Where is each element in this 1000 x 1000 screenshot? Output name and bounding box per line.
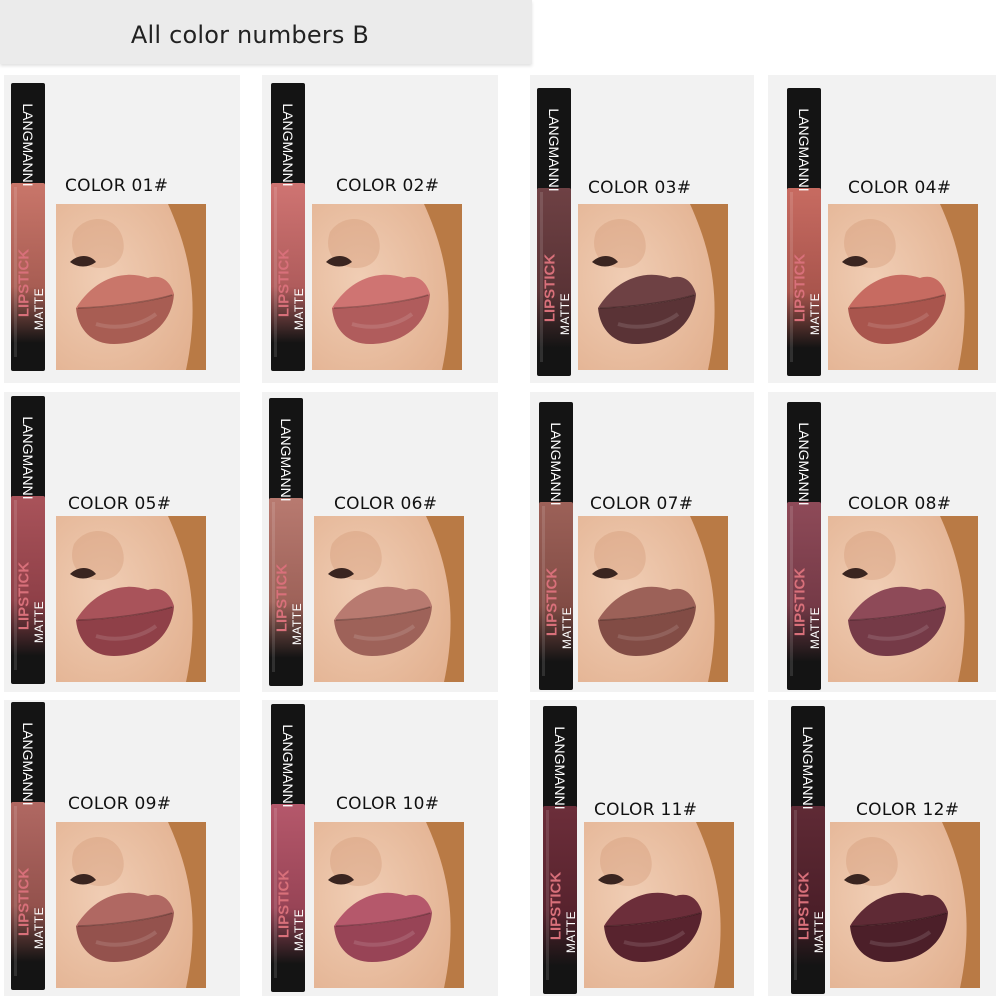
lip-swatch-photo-02 [312,204,462,370]
lipstick-tube-10: LANGMANNI LIPSTICK MATTE [270,704,306,992]
title-bar: All color numbers B [0,0,532,64]
brand-label: LANGMANNI [20,722,36,806]
lip-illustration [314,822,464,988]
product-finish-label: MATTE [558,292,572,336]
lip-swatch-photo-04 [828,204,978,370]
color-label-01: COLOR 01# [65,176,169,196]
brand-label: LANGMANNI [278,418,294,502]
brand-label: LANGMANNI [796,422,812,506]
brand-label: LANGMANNI [800,726,816,810]
product-type-label: LIPSTICK [543,567,561,637]
lipstick-tube-09: LANGMANNI LIPSTICK MATTE [10,702,46,990]
lipstick-tube-04: LANGMANNI LIPSTICK MATTE [786,88,822,376]
brand-label: LANGMANNI [552,726,568,810]
product-type-label: LIPSTICK [15,248,33,318]
product-finish-label: MATTE [564,910,578,954]
brand-label: LANGMANNI [796,108,812,192]
product-type-label: LIPSTICK [795,871,813,941]
color-label-12: COLOR 12# [856,800,960,820]
color-label-11: COLOR 11# [594,800,698,820]
lip-illustration [830,822,980,988]
lip-illustration [578,204,728,370]
product-finish-label: MATTE [290,602,304,646]
lip-swatch-photo-10 [314,822,464,988]
lipstick-tube-03: LANGMANNI LIPSTICK MATTE [536,88,572,376]
product-finish-label: MATTE [560,606,574,650]
page-title: All color numbers B [130,21,370,49]
brand-label: LANGMANNI [280,103,296,187]
product-finish-label: MATTE [32,287,46,331]
product-type-label: LIPSTICK [15,561,33,631]
color-label-07: COLOR 07# [590,494,694,514]
brand-label: LANGMANNI [280,724,296,808]
color-label-08: COLOR 08# [848,494,952,514]
product-type-label: LIPSTICK [275,248,293,318]
lipstick-tube-02: LANGMANNI LIPSTICK MATTE [270,83,306,371]
product-finish-label: MATTE [812,910,826,954]
product-finish-label: MATTE [292,287,306,331]
lipstick-tube-01: LANGMANNI LIPSTICK MATTE [10,83,46,371]
product-finish-label: MATTE [808,292,822,336]
lip-illustration [312,204,462,370]
product-type-label: LIPSTICK [275,869,293,939]
brand-label: LANGMANNI [20,103,36,187]
lipstick-tube-06: LANGMANNI LIPSTICK MATTE [268,398,304,686]
lip-illustration [56,516,206,682]
product-type-label: LIPSTICK [273,563,291,633]
product-finish-label: MATTE [292,908,306,952]
lipstick-tube-05: LANGMANNI LIPSTICK MATTE [10,396,46,684]
color-label-05: COLOR 05# [68,494,172,514]
color-label-04: COLOR 04# [848,178,952,198]
lipstick-tube-07: LANGMANNI LIPSTICK MATTE [538,402,574,690]
product-type-label: LIPSTICK [541,253,559,323]
lip-illustration [584,822,734,988]
color-label-02: COLOR 02# [336,176,440,196]
lip-swatch-photo-05 [56,516,206,682]
product-finish-label: MATTE [32,906,46,950]
lipstick-tube-11: LANGMANNI LIPSTICK MATTE [542,706,578,994]
lip-illustration [828,516,978,682]
color-label-10: COLOR 10# [336,794,440,814]
lip-illustration [578,516,728,682]
color-label-03: COLOR 03# [588,178,692,198]
product-type-label: LIPSTICK [791,253,809,323]
product-finish-label: MATTE [808,606,822,650]
product-finish-label: MATTE [32,600,46,644]
lip-swatch-photo-12 [830,822,980,988]
lip-swatch-photo-11 [584,822,734,988]
lip-swatch-photo-09 [56,822,206,988]
brand-label: LANGMANNI [548,422,564,506]
color-label-06: COLOR 06# [334,494,438,514]
lip-illustration [56,822,206,988]
lipstick-tube-08: LANGMANNI LIPSTICK MATTE [786,402,822,690]
lip-illustration [56,204,206,370]
lipstick-tube-12: LANGMANNI LIPSTICK MATTE [790,706,826,994]
product-type-label: LIPSTICK [547,871,565,941]
lip-swatch-photo-06 [314,516,464,682]
lip-illustration [314,516,464,682]
color-label-09: COLOR 09# [68,794,172,814]
brand-label: LANGMANNI [20,416,36,500]
lip-swatch-photo-08 [828,516,978,682]
lip-swatch-photo-07 [578,516,728,682]
brand-label: LANGMANNI [546,108,562,192]
product-type-label: LIPSTICK [791,567,809,637]
lip-swatch-photo-03 [578,204,728,370]
product-type-label: LIPSTICK [15,867,33,937]
lip-swatch-photo-01 [56,204,206,370]
lip-illustration [828,204,978,370]
